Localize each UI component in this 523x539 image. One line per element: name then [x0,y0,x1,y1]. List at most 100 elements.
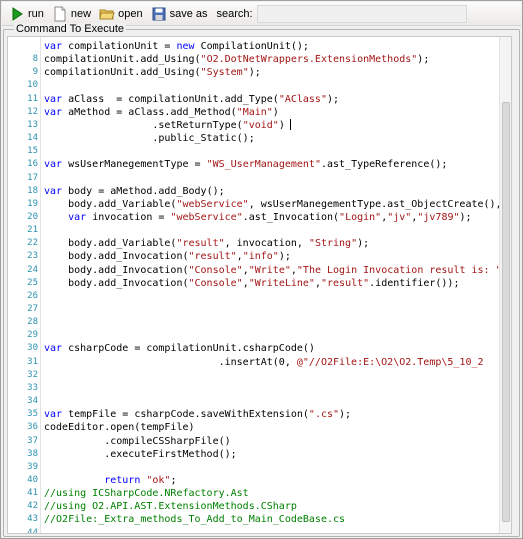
code-text: body.add_Invocation("Console","WriteLine… [44,277,459,290]
code-token: body.add_Invocation( [44,251,189,263]
code-line[interactable]: 15 [8,145,498,158]
open-button[interactable]: open [96,4,145,24]
code-token: ); [357,238,370,250]
line-number: 19 [27,198,38,209]
run-button[interactable]: run [6,4,47,24]
code-line[interactable]: 41 //using ICSharpCode.NRefactory.Ast [8,487,498,500]
line-number: 29 [27,330,38,341]
save-as-label: save as [169,7,208,20]
line-number: 37 [27,435,38,446]
code-text: //O2File:_Extra_methods_To_Add_to_Main_C… [44,513,345,526]
code-text: body.add_Invocation("result","info"); [44,250,291,263]
code-token: , wsUserManegementType.ast_ObjectCreate(… [248,198,500,210]
string-token: "jv" [387,211,412,223]
code-line[interactable]: 26 [8,290,498,303]
code-line[interactable]: 35 var tempFile = csharpCode.saveWithExte… [8,408,498,421]
code-line[interactable]: 31 .insertAt(0, @"//O2File:E:\O2\O2.Temp… [8,356,498,369]
code-line[interactable]: 23 body.add_Invocation("result","info"); [8,250,498,263]
code-line[interactable]: 32 [8,369,498,382]
code-line[interactable]: 29 [8,329,498,342]
line-number: 36 [27,422,38,433]
code-line[interactable]: 18 var body = aMethod.add_Body(); [8,185,498,198]
code-line[interactable]: 37 .compileCSSharpFile() [8,435,498,448]
code-line[interactable]: 36 codeEditor.open(tempFile) [8,421,498,434]
code-line[interactable]: 20 var invocation = "webService".ast_Inv… [8,211,498,224]
code-text: var body = aMethod.add_Body(); [44,185,225,198]
code-line[interactable]: 40 return "ok"; [8,474,498,487]
code-area[interactable]: var compilationUnit = new CompilationUni… [8,37,500,533]
code-line[interactable]: 38 .executeFirstMethod(); [8,448,498,461]
code-line[interactable]: 21 [8,224,498,237]
code-line[interactable]: 43 //O2File:_Extra_methods_To_Add_to_Main… [8,513,498,526]
code-editor[interactable]: var compilationUnit = new CompilationUni… [7,36,512,534]
code-line[interactable]: 22 body.add_Variable("result", invocatio… [8,237,498,250]
code-line[interactable]: 33 [8,382,498,395]
line-number: 23 [27,251,38,262]
code-text: .executeFirstMethod(); [44,448,237,461]
comment-token: //using O2.API.AST.ExtensionMethods.CSha… [44,501,297,513]
code-line[interactable]: 10 [8,79,498,92]
code-token: ) [272,106,279,118]
line-number: 39 [27,461,38,472]
code-line[interactable]: 14 .public_Static(); [8,132,498,145]
code-line[interactable]: 11 var aClass = compilationUnit.add_Type(… [8,93,498,106]
code-line[interactable]: 8 compilationUnit.add_Using("O2.DotNetWra… [8,53,498,66]
code-line[interactable]: 24 body.add_Invocation("Console","Write"… [8,264,500,277]
code-line[interactable]: 30 var csharpCode = compilationUnit.cshar… [8,342,498,355]
code-text: var compilationUnit = new CompilationUni… [44,40,309,53]
code-line[interactable]: var compilationUnit = new CompilationUni… [8,40,498,53]
code-line[interactable]: 25 body.add_Invocation("Console","WriteL… [8,277,498,290]
code-line[interactable]: 12 var aMethod = aClass.add_Method("Main"… [8,106,498,119]
string-token: ".cs" [308,409,340,421]
code-text: compilationUnit.add_Using("O2.DotNetWrap… [44,53,429,66]
string-token: "result" [176,238,225,250]
keyword-token: var [68,211,93,223]
keyword-token: var [44,185,69,197]
line-number: 25 [27,277,38,288]
string-token: "Write" [248,264,291,276]
scrollbar-thumb[interactable] [502,102,510,522]
vertical-scrollbar[interactable] [499,37,511,533]
string-token: "result" [320,277,370,289]
line-number: 38 [27,448,38,459]
save-as-button[interactable]: save as [148,4,211,24]
line-number: 31 [27,356,38,367]
comment-token: //using ICSharpCode.NRefactory.Ast [44,488,249,500]
code-line[interactable]: 39 [8,461,498,474]
code-line[interactable]: 17 [8,172,498,185]
code-text: var invocation = "webService".ast_Invoca… [44,211,471,224]
line-number: 16 [27,159,38,170]
search-input[interactable] [256,4,467,23]
code-line[interactable]: 34 [8,395,498,408]
string-token: "webService" [176,198,249,210]
code-line[interactable]: 27 [8,303,498,316]
string-token: "webService" [170,211,243,223]
code-token: ; [170,474,177,486]
string-token: "Console" [188,264,243,276]
code-text: .insertAt(0, @"//O2File:E:\O2\O2.Temp\5_… [44,356,484,369]
code-line[interactable]: 16 var wsUserManegementType = "WS_UserMan… [8,158,498,171]
code-text: body.add_Variable("webService", wsUserMa… [44,198,500,211]
line-number: 15 [27,146,38,157]
code-line[interactable]: 44 [8,527,498,533]
code-line[interactable]: 9 compilationUnit.add_Using("System"); [8,66,498,79]
code-token: .executeFirstMethod(); [44,448,237,460]
keyword-token: var [44,343,69,355]
keyword-token: var [44,41,69,52]
code-line[interactable]: 42 //using O2.API.AST.ExtensionMethods.CS… [8,500,498,513]
line-number: 34 [27,396,38,407]
line-number: 27 [27,304,38,314]
text-caret [289,118,291,130]
new-file-icon [52,6,68,22]
code-text: codeEditor.open(tempFile) [44,421,195,434]
line-number: 32 [27,369,38,380]
code-line[interactable]: 28 [8,316,498,329]
string-token: "System" [200,67,249,79]
code-text: .setReturnType("void") [44,118,291,132]
code-line[interactable]: 19 body.add_Variable("webService", wsUse… [8,198,500,211]
code-text: var csharpCode = compilationUnit.csharpC… [44,342,315,355]
code-line[interactable]: 13 .setReturnType("void") [8,118,498,132]
string-token: @"//O2File:E:\O2\O2.Temp\5_10_2 [296,356,484,368]
line-number: 13 [27,119,38,130]
new-button[interactable]: new [49,4,94,24]
